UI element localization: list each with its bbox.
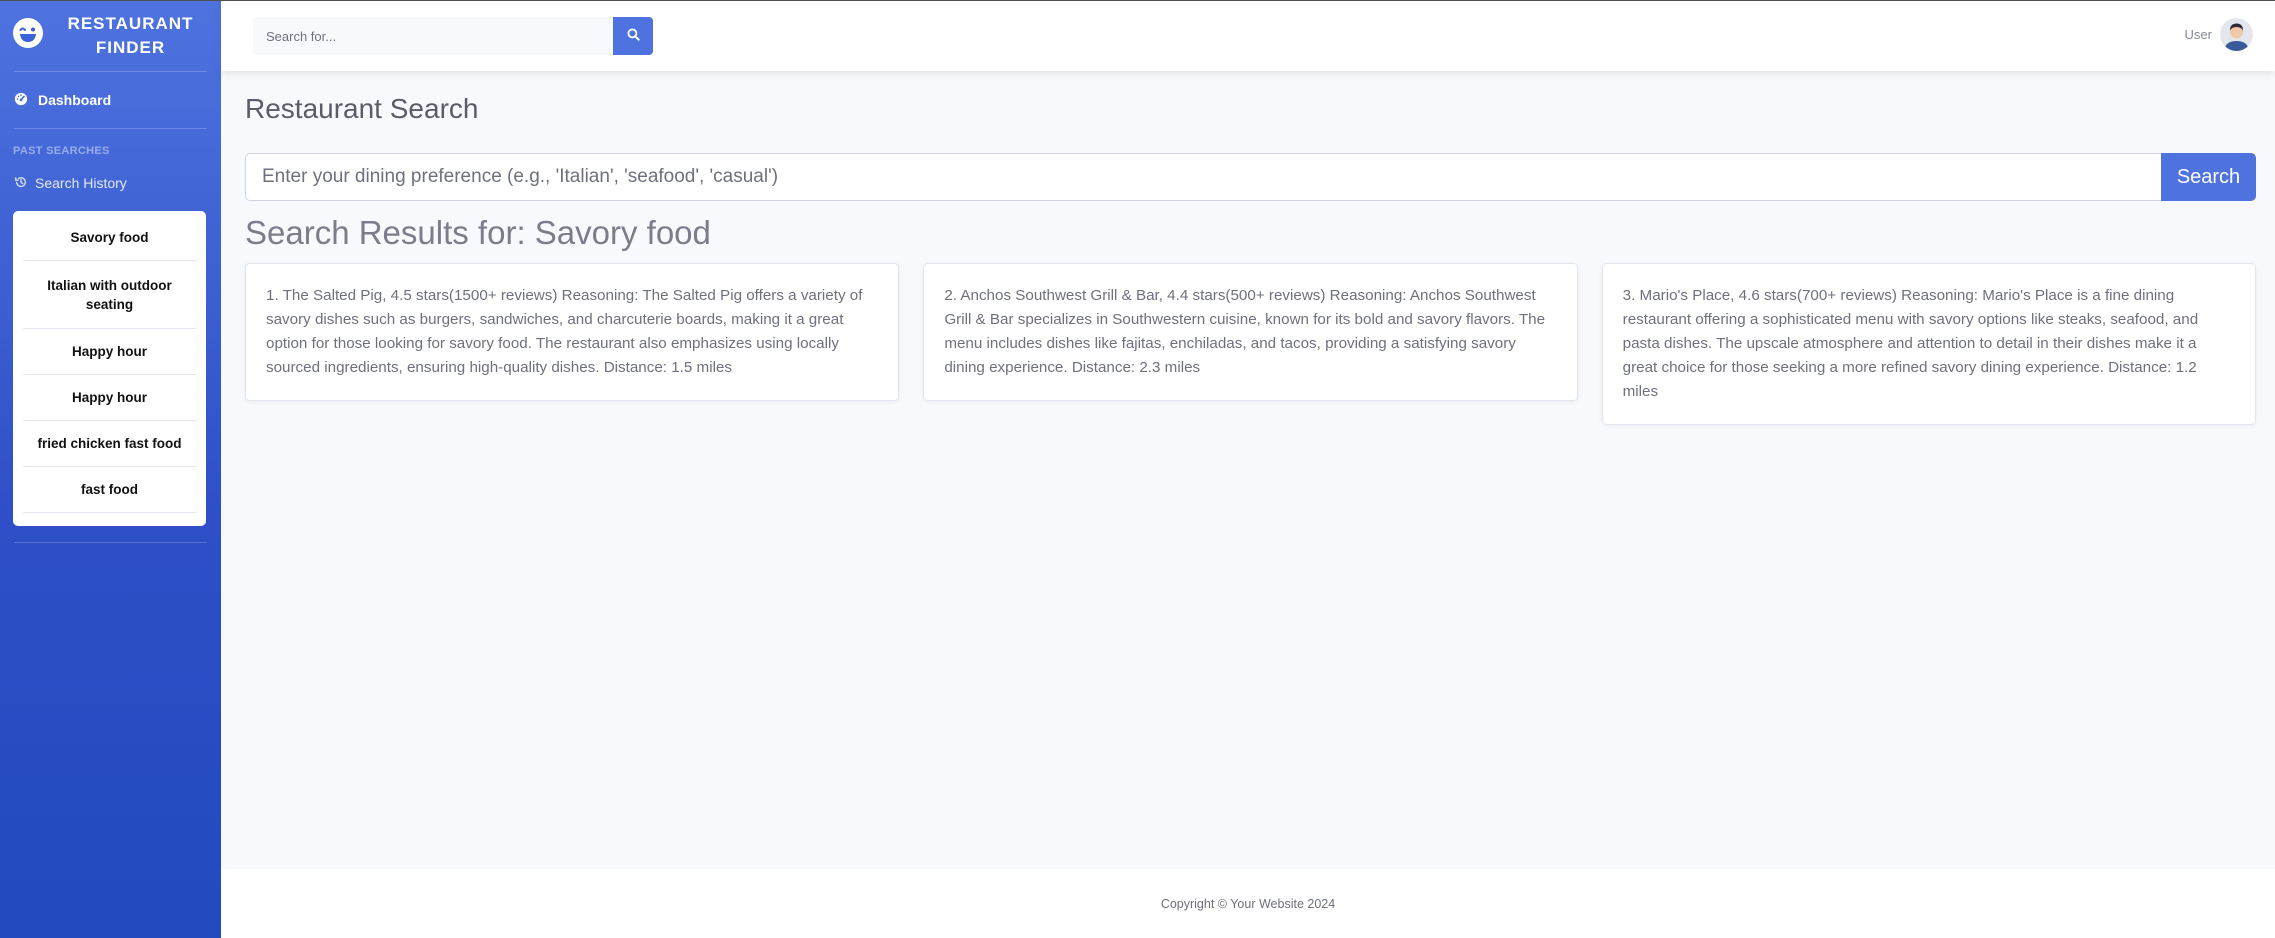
brand-line-1: RESTAURANT xyxy=(67,13,194,33)
footer: Copyright © Your Website 2024 xyxy=(221,869,2275,938)
brand[interactable]: RESTAURANT FINDER xyxy=(0,0,221,71)
user-avatar[interactable] xyxy=(2220,18,2253,51)
window-top-border xyxy=(0,0,2275,1)
preference-search-form: Search xyxy=(245,153,2256,201)
history-item[interactable]: Happy hour xyxy=(23,375,196,421)
history-item[interactable]: Savory food xyxy=(23,215,196,261)
history-item[interactable]: fast food xyxy=(23,467,196,513)
search-history-list: Savory food Italian with outdoor seating… xyxy=(13,211,206,526)
results-list: 1. The Salted Pig, 4.5 stars(1500+ revie… xyxy=(245,263,2256,425)
sidebar-item-dashboard[interactable]: Dashboard xyxy=(0,72,221,128)
sidebar-divider xyxy=(14,542,207,543)
topbar-search xyxy=(253,17,653,55)
sidebar-item-label: Search History xyxy=(35,175,127,191)
user-name: User xyxy=(2184,27,2212,42)
main-content: Restaurant Search Search Search Results … xyxy=(221,71,2275,869)
topbar-search-input[interactable] xyxy=(253,17,613,55)
brand-name: RESTAURANT FINDER xyxy=(44,12,221,60)
history-icon xyxy=(14,175,35,192)
page-title: Restaurant Search xyxy=(245,93,479,124)
laugh-wink-icon xyxy=(12,17,44,54)
sidebar-item-search-history[interactable]: Search History xyxy=(0,163,221,203)
copyright-text: Copyright © Your Website 2024 xyxy=(1160,896,1336,911)
history-item[interactable]: Italian with outdoor seating xyxy=(23,261,196,329)
search-icon xyxy=(626,28,640,44)
history-item[interactable]: fried chicken fast food xyxy=(23,421,196,467)
dashboard-gauge-icon xyxy=(14,92,38,109)
user-menu[interactable]: User xyxy=(2185,18,2253,51)
results-title: Search Results for: Savory food xyxy=(245,214,711,251)
result-card: 1. The Salted Pig, 4.5 stars(1500+ revie… xyxy=(245,263,900,401)
sidebar-item-label: Dashboard xyxy=(38,92,112,108)
topbar-search-button[interactable] xyxy=(613,17,653,55)
preference-input[interactable] xyxy=(245,153,2161,201)
topbar: User xyxy=(221,0,2275,71)
brand-line-2: FINDER xyxy=(95,37,166,57)
history-item[interactable]: Happy hour xyxy=(23,329,196,375)
result-card: 2. Anchos Southwest Grill & Bar, 4.4 sta… xyxy=(923,263,1578,401)
sidebar: RESTAURANT FINDER Dashboard PAST SEARCHE… xyxy=(0,0,221,938)
result-card: 3. Mario's Place, 4.6 stars(700+ reviews… xyxy=(1601,263,2256,425)
sidebar-heading: PAST SEARCHES xyxy=(13,145,110,157)
search-button[interactable]: Search xyxy=(2161,153,2256,201)
